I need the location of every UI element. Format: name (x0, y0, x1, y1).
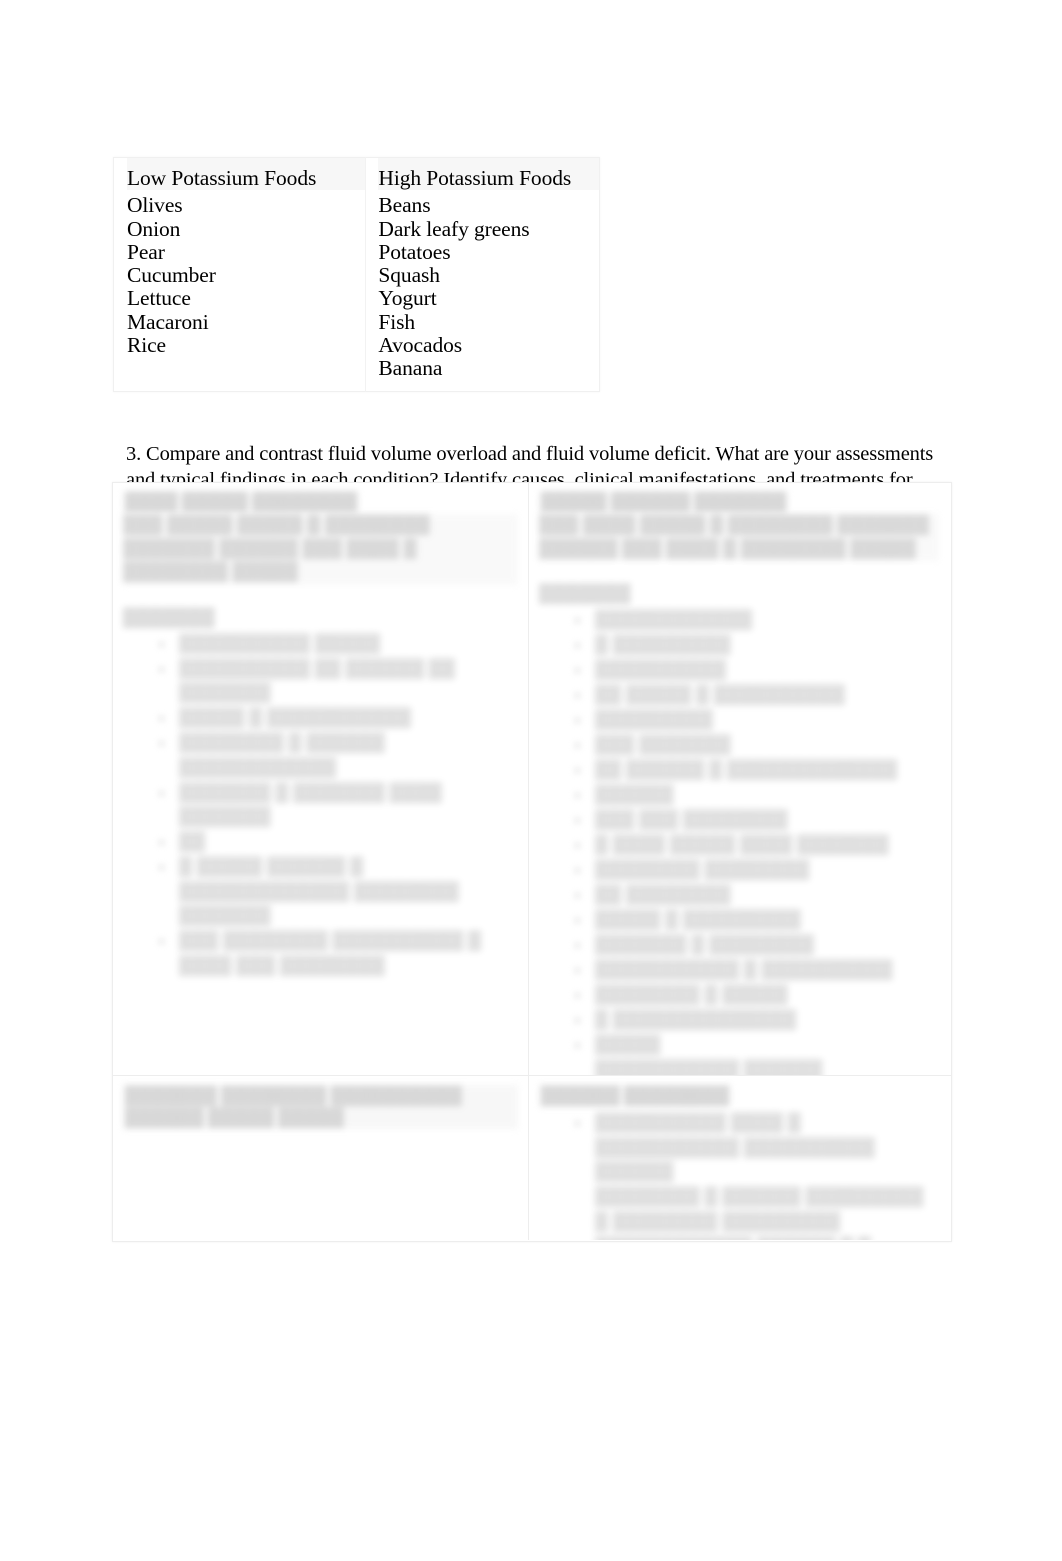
list-item: ▒ ▒▒▒▒▒ ▒▒▒▒▒▒ ▒ ▒▒▒▒▒▒▒▒▒▒▒▒▒ ▒▒▒▒▒▒▒▒ … (123, 855, 518, 929)
list-item: ▒▒▒▒▒▒▒▒▒▒▒▒ (539, 608, 939, 633)
list-item: ▒▒▒▒▒▒▒▒ ▒ ▒▒▒▒▒▒ ▒▒▒▒▒▒▒▒▒ ▒ ▒▒▒▒▒▒▒▒ ▒… (595, 1187, 924, 1232)
list-item: Avocados (378, 333, 463, 358)
fluid-volume-overload-treatment-title: ▒▒▒▒▒▒▒ ▒▒▒▒▒▒▒▒ ▒▒▒▒▒▒▒▒▒▒ ▒▒▒▒▒▒ ▒▒▒▒▒… (123, 1085, 518, 1133)
document-page: Low Potassium Foods Olives Onion Pear Cu… (0, 0, 1062, 1561)
fluid-volume-deficit-title: ▒▒▒▒▒ ▒▒▒▒▒▒ ▒▒▒▒▒▒▒ (539, 492, 789, 513)
table-row: ▒▒▒▒▒▒▒ ▒▒▒▒▒▒▒▒ ▒▒▒▒▒▒▒▒▒▒ ▒▒▒▒▒▒ ▒▒▒▒▒… (113, 1075, 951, 1240)
high-potassium-header: High Potassium Foods (378, 158, 599, 191)
list-item: ▒▒▒▒▒ ▒ ▒▒▒▒▒▒▒▒▒ (539, 908, 939, 933)
list-item: Banana (378, 356, 443, 381)
low-potassium-list: Low Potassium Foods Olives Onion Pear Cu… (127, 158, 366, 367)
list-item: ▒ ▒▒▒▒▒▒▒▒▒▒▒▒▒▒ (539, 1008, 939, 1033)
fluid-volume-deficit-bullet-list: ▒▒▒▒▒▒▒▒▒▒▒▒ ▒ ▒▒▒▒▒▒▒▒▒ ▒▒▒▒▒▒▒▒▒▒ ▒▒ ▒… (539, 608, 939, 1075)
fluid-volume-overload-subtitle: ▒▒▒ ▒▒▒▒▒ ▒▒▒▒▒ ▒ ▒▒▒▒▒▒▒▒ ▒▒▒▒▒▒▒ ▒▒▒▒▒… (123, 514, 518, 585)
list-item: ▒▒ ▒▒▒▒▒ ▒ ▒▒▒▒▒▒▒▒▒▒ (539, 683, 939, 708)
list-item: Fish (378, 309, 416, 334)
list-item: Onion (127, 216, 181, 241)
fluid-volume-comparison-table: ▒▒▒▒ ▒▒▒▒▒ ▒▒▒▒▒▒▒▒ ▒▒▒ ▒▒▒▒▒ ▒▒▒▒▒ ▒ ▒▒… (112, 482, 952, 1242)
fluid-volume-deficit-section-label: ▒▒▒▒▒▒▒ (539, 584, 631, 604)
list-item: ▒▒▒ ▒▒▒ ▒▒▒▒▒▒▒▒ (539, 808, 939, 833)
fluid-volume-overload-bullet-list: ▒▒▒▒▒▒▒▒▒▒ ▒▒▒▒▒ ▒▒▒▒▒▒▒▒▒▒ ▒▒ ▒▒▒▒▒▒ ▒▒… (123, 632, 518, 979)
list-item: Beans (378, 193, 431, 218)
list-item: ▒▒▒▒▒▒▒▒▒▒ ▒▒ ▒▒▒▒▒▒ ▒▒ ▒▒▒▒▒▒▒ (123, 657, 518, 706)
fluid-volume-overload-section-label: ▒▒▒▒▒▒▒ (123, 607, 215, 628)
list-item: ▒▒ (123, 830, 518, 855)
list-item: Olives (127, 193, 183, 218)
fluid-volume-deficit-treatment-cell: ▒▒▒▒▒▒ ▒▒▒▒▒▒▒▒ ▒▒▒▒▒▒▒▒▒▒ ▒▒▒▒ ▒ ▒▒▒▒▒▒… (529, 1076, 949, 1240)
list-item: Squash (378, 263, 440, 288)
fluid-volume-deficit-cell: ▒▒▒▒▒ ▒▒▒▒▒▒ ▒▒▒▒▒▒▒ ▒▒▒ ▒▒▒▒ ▒▒▒▒▒ ▒ ▒▒… (529, 483, 949, 1075)
list-item: Potatoes (378, 239, 451, 264)
list-item: Lettuce (127, 286, 191, 311)
list-item: ▒▒▒▒▒▒▒▒▒▒▒▒ ▒▒▒▒▒▒ ▒ ▒ ▒▒▒▒▒▒▒▒▒ ▒ ▒ ▒▒… (539, 1235, 939, 1241)
high-potassium-column: High Potassium Foods Beans Dark leafy gr… (366, 158, 600, 392)
table-row: Low Potassium Foods Olives Onion Pear Cu… (113, 157, 600, 392)
high-potassium-list: High Potassium Foods Beans Dark leafy gr… (378, 158, 599, 391)
list-item: ▒▒▒▒▒▒▒▒▒▒▒ ▒▒▒▒▒▒ ▒▒▒▒▒▒▒▒▒ (595, 1060, 823, 1075)
fluid-volume-overload-cell: ▒▒▒▒ ▒▒▒▒▒ ▒▒▒▒▒▒▒▒ ▒▒▒ ▒▒▒▒▒ ▒▒▒▒▒ ▒ ▒▒… (113, 483, 529, 1075)
list-item: ▒▒▒▒▒▒▒▒ ▒ ▒▒▒▒▒ (539, 983, 939, 1008)
list-item: ▒ ▒▒▒▒▒▒▒▒▒ (539, 633, 939, 658)
list-item: Yogurt (378, 286, 437, 311)
potassium-foods-table: Low Potassium Foods Olives Onion Pear Cu… (113, 157, 600, 392)
list-item: ▒▒▒▒▒▒▒ ▒ ▒▒▒▒▒▒▒▒ (539, 933, 939, 958)
list-item: ▒▒▒▒▒▒▒▒ ▒ ▒▒▒▒▒▒ ▒▒▒▒▒▒▒▒▒▒▒▒ (123, 731, 518, 780)
list-item: ▒▒ ▒▒▒▒▒▒▒▒ (539, 883, 939, 908)
low-potassium-header: Low Potassium Foods (127, 158, 366, 191)
low-potassium-column: Low Potassium Foods Olives Onion Pear Cu… (113, 157, 367, 392)
fluid-volume-deficit-subtitle: ▒▒▒ ▒▒▒▒ ▒▒▒▒▒ ▒ ▒▒▒▒▒▒▒▒ ▒▒▒▒▒▒▒ ▒▒▒▒▒▒… (539, 514, 939, 561)
list-item: ▒▒▒▒▒▒▒▒▒▒▒ ▒ ▒▒▒▒▒▒▒▒▒▒ (539, 958, 939, 983)
fluid-volume-overload-treatment-cell: ▒▒▒▒▒▒▒ ▒▒▒▒▒▒▒▒ ▒▒▒▒▒▒▒▒▒▒ ▒▒▒▒▒▒ ▒▒▒▒▒… (113, 1076, 529, 1240)
list-item: ▒▒▒▒▒▒▒▒▒▒ ▒▒▒▒▒ (123, 632, 518, 657)
list-item: ▒▒▒▒▒▒▒▒▒▒ ▒▒▒▒ ▒ ▒▒▒▒▒▒▒▒▒▒▒ ▒▒▒▒▒▒▒▒▒▒… (539, 1111, 939, 1185)
list-item: Dark leafy greens (378, 216, 530, 241)
list-item: ▒▒▒▒▒▒▒▒▒▒ (539, 658, 939, 683)
table-row: ▒▒▒▒ ▒▒▒▒▒ ▒▒▒▒▒▒▒▒ ▒▒▒ ▒▒▒▒▒ ▒▒▒▒▒ ▒ ▒▒… (113, 483, 951, 1075)
list-item: ▒▒▒ ▒▒▒▒▒▒▒▒ ▒▒▒▒▒▒▒▒▒▒ ▒ ▒▒▒▒ ▒▒▒ ▒▒▒▒▒… (123, 929, 518, 978)
list-item: Cucumber (127, 263, 216, 288)
list-item: ▒▒▒▒▒▒▒▒▒ (539, 708, 939, 733)
fluid-volume-deficit-treatment-title: ▒▒▒▒▒▒ ▒▒▒▒▒▒▒▒ (539, 1085, 732, 1107)
fluid-volume-overload-title: ▒▒▒▒ ▒▒▒▒▒ ▒▒▒▒▒▒▒▒ (123, 492, 360, 513)
list-item: Pear (127, 239, 165, 264)
list-item: ▒▒▒▒▒ ▒ ▒▒▒▒▒▒▒▒▒▒▒ (123, 706, 518, 731)
list-item: ▒▒▒▒▒▒▒▒ ▒▒▒▒▒▒▒▒ (539, 858, 939, 883)
list-item: Rice (127, 333, 166, 358)
list-item: Macaroni (127, 309, 209, 334)
list-item: ▒ ▒▒▒▒ ▒▒▒▒▒ ▒▒▒▒ ▒▒▒▒▒▒▒ (539, 833, 939, 858)
list-item: ▒▒▒ ▒▒▒▒▒▒▒ (539, 733, 939, 758)
list-item: ▒▒ ▒▒▒▒▒▒ ▒ ▒▒▒▒▒▒▒▒▒▒▒▒▒ (539, 758, 939, 783)
list-item: ▒▒▒▒▒▒ (539, 783, 939, 808)
list-item: ▒▒▒▒▒ (539, 1033, 939, 1058)
list-item: ▒▒▒▒▒▒▒ ▒ ▒▒▒▒▒▒▒ ▒▒▒▒ ▒▒▒▒▒▒▒ (123, 781, 518, 830)
fluid-volume-deficit-treatment-list: ▒▒▒▒▒▒▒▒▒▒ ▒▒▒▒ ▒ ▒▒▒▒▒▒▒▒▒▒▒ ▒▒▒▒▒▒▒▒▒▒… (539, 1111, 939, 1240)
